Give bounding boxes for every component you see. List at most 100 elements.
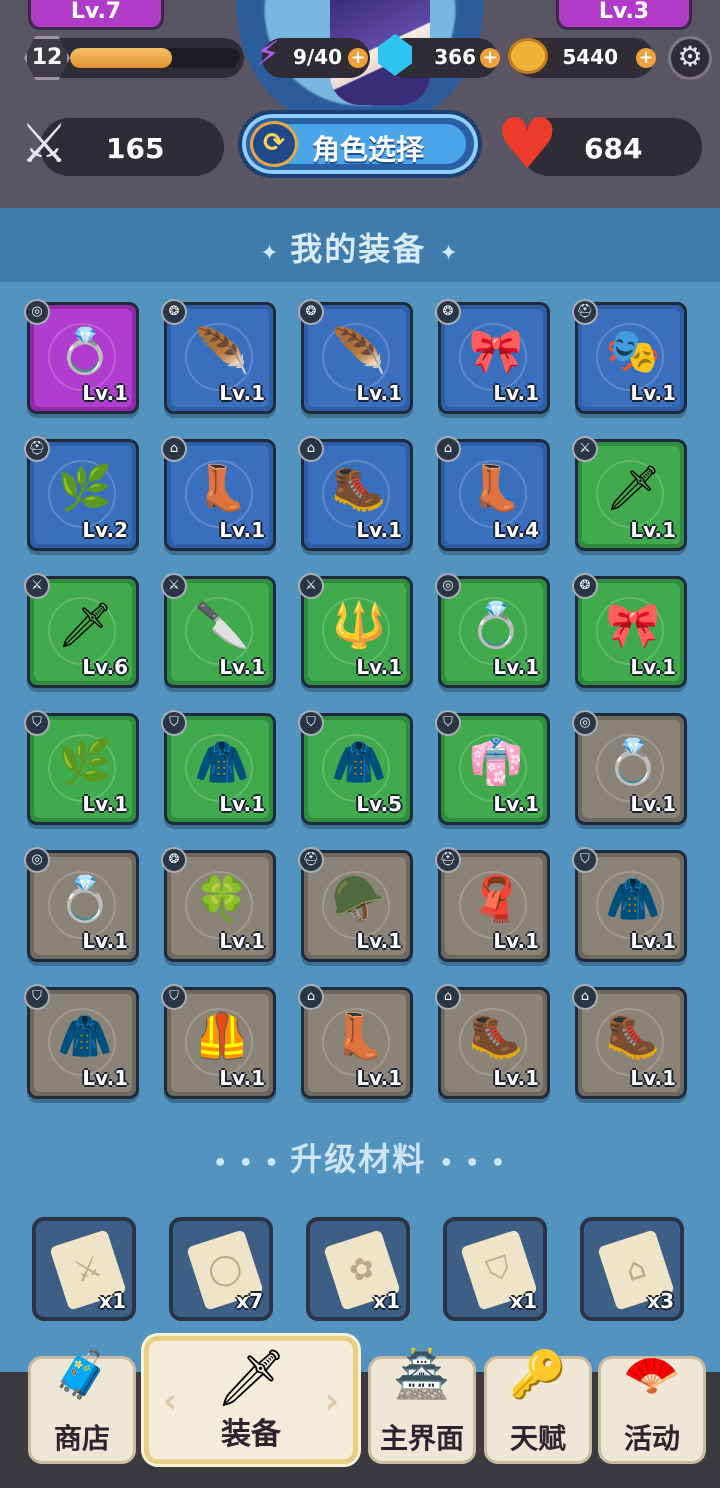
coin-icon xyxy=(508,38,548,74)
equipment-slot-helmet[interactable]: 🎭 ⛑ Lv.1 xyxy=(572,299,687,414)
equipment-slot-helmet[interactable]: 🧣 ⛑ Lv.1 xyxy=(435,847,550,962)
equipment-slot-weapon[interactable]: 🗡 ⚔ Lv.1 xyxy=(572,436,687,551)
equipment-slot-boots[interactable]: 🥾 ⌂ Lv.1 xyxy=(298,436,413,551)
material-quantity: x1 xyxy=(510,1289,537,1313)
armor-item-icon: 🧥 xyxy=(57,1011,113,1062)
equipment-slot-armor[interactable]: 🌿 ⛉ Lv.1 xyxy=(24,710,139,825)
coins-add-button[interactable]: + xyxy=(636,48,656,68)
material-slot[interactable]: ⛉ x1 xyxy=(443,1217,547,1321)
item-level: Lv.6 xyxy=(82,655,128,679)
nav-button-4[interactable]: 🔑 天赋 xyxy=(484,1347,592,1464)
item-level: Lv.1 xyxy=(82,381,128,405)
amulet-type-icon: ❂ xyxy=(161,847,187,873)
xp-progress-fill xyxy=(70,48,172,68)
talent-key-icon: 🔑 xyxy=(509,1347,567,1401)
equipment-slot-armor[interactable]: 🧥 ⛉ Lv.5 xyxy=(298,710,413,825)
boots-type-icon: ⌂ xyxy=(435,436,461,462)
item-level: Lv.1 xyxy=(630,929,676,953)
nav-label: 天赋 xyxy=(509,1422,566,1455)
castle-tower-icon: 🏯 xyxy=(393,1347,451,1401)
equipment-slot-armor[interactable]: 🦺 ⛉ Lv.1 xyxy=(161,984,276,1099)
gems-add-button[interactable]: + xyxy=(480,48,500,68)
equipment-slot-ring[interactable]: 💍 ◎ Lv.1 xyxy=(435,573,550,688)
item-level: Lv.1 xyxy=(82,929,128,953)
equipment-slot-ring[interactable]: 💍 ◎ Lv.1 xyxy=(24,847,139,962)
material-quantity: x7 xyxy=(236,1289,263,1313)
armor-type-icon: ⛉ xyxy=(572,847,598,873)
amulet-type-icon: ❂ xyxy=(298,299,324,325)
item-level: Lv.1 xyxy=(356,1066,402,1090)
item-level: Lv.1 xyxy=(630,518,676,542)
energy-add-button[interactable]: + xyxy=(348,48,368,68)
item-level: Lv.1 xyxy=(219,792,265,816)
equipment-slot-boots[interactable]: 👢 ⌂ Lv.1 xyxy=(161,436,276,551)
right-hero-slot-level[interactable]: Lv.3 xyxy=(556,0,692,30)
nav-button-5[interactable]: 🪭 活动 xyxy=(598,1347,706,1464)
equipment-slot-amulet[interactable]: 🪶 ❂ Lv.1 xyxy=(161,299,276,414)
equipment-slot-ring[interactable]: 💍 ◎ Lv.1 xyxy=(24,299,139,414)
ring-item-icon: 💍 xyxy=(468,600,524,651)
equipment-slot-weapon[interactable]: 🔱 ⚔ Lv.1 xyxy=(298,573,413,688)
equipment-slot-amulet[interactable]: 🎀 ❂ Lv.1 xyxy=(435,299,550,414)
equipment-slot-helmet[interactable]: 🌿 ⛑ Lv.2 xyxy=(24,436,139,551)
nav-button-3[interactable]: 🏯 主界面 xyxy=(368,1347,476,1464)
item-level: Lv.1 xyxy=(493,655,539,679)
boots-type-icon: ⌂ xyxy=(298,984,324,1010)
material-slot[interactable]: ✿ x1 xyxy=(306,1217,410,1321)
item-level: Lv.1 xyxy=(493,792,539,816)
equipment-slot-armor[interactable]: 👘 ⛉ Lv.1 xyxy=(435,710,550,825)
armor-item-icon: 🦺 xyxy=(194,1011,250,1062)
helmet-item-icon: 🎭 xyxy=(605,326,661,377)
armor-type-icon: ⛉ xyxy=(24,710,50,736)
item-level: Lv.1 xyxy=(82,792,128,816)
role-select-button[interactable]: ⟳ 角色选择 xyxy=(238,110,482,178)
boots-type-icon: ⌂ xyxy=(161,436,187,462)
material-slot[interactable]: ⌂ x3 xyxy=(580,1217,684,1321)
equipment-slot-ring[interactable]: 💍 ◎ Lv.1 xyxy=(572,710,687,825)
material-slot[interactable]: ◯ x7 xyxy=(169,1217,273,1321)
item-level: Lv.1 xyxy=(630,655,676,679)
item-level: Lv.1 xyxy=(356,929,402,953)
equipment-slot-boots[interactable]: 👢 ⌂ Lv.1 xyxy=(298,984,413,1099)
boots-type-icon: ⌂ xyxy=(298,436,324,462)
nav-label: 商店 xyxy=(53,1422,110,1455)
weapon-type-icon: ⚔ xyxy=(572,436,598,462)
energy-value: 9/40 xyxy=(292,45,342,69)
equipment-slot-armor[interactable]: 🧥 ⛉ Lv.1 xyxy=(24,984,139,1099)
boots-item-icon: 👢 xyxy=(194,463,250,514)
equipment-slot-boots[interactable]: 🥾 ⌂ Lv.1 xyxy=(572,984,687,1099)
equipment-slot-amulet[interactable]: 🎀 ❂ Lv.1 xyxy=(572,573,687,688)
amulet-type-icon: ❂ xyxy=(435,299,461,325)
item-level: Lv.1 xyxy=(630,381,676,405)
item-level: Lv.1 xyxy=(356,655,402,679)
item-level: Lv.5 xyxy=(356,792,402,816)
equipment-slot-weapon[interactable]: 🗡 ⚔ Lv.6 xyxy=(24,573,139,688)
equipment-slot-helmet[interactable]: 🪖 ⛑ Lv.1 xyxy=(298,847,413,962)
equipment-slot-armor[interactable]: 🧥 ⛉ Lv.1 xyxy=(572,847,687,962)
boots-type-icon: ⌂ xyxy=(435,984,461,1010)
equipment-slot-amulet[interactable]: 🍀 ❂ Lv.1 xyxy=(161,847,276,962)
equipment-header: ✦ 我的装备 ✦ xyxy=(0,208,720,282)
equipment-slot-amulet[interactable]: 🪶 ❂ Lv.1 xyxy=(298,299,413,414)
crossed-swords-icon: ⚔ xyxy=(20,112,69,175)
item-level: Lv.1 xyxy=(356,381,402,405)
ring-type-icon: ◎ xyxy=(24,299,50,325)
settings-gear-icon[interactable]: ⚙ xyxy=(668,36,712,80)
armor-type-icon: ⛉ xyxy=(161,710,187,736)
item-level: Lv.1 xyxy=(82,1066,128,1090)
right-ornament-icon: ✦ xyxy=(439,241,460,266)
equipment-slot-armor[interactable]: 🧥 ⛉ Lv.1 xyxy=(161,710,276,825)
equipment-slot-boots[interactable]: 🥾 ⌂ Lv.1 xyxy=(435,984,550,1099)
materials-title: 升级材料 xyxy=(290,1140,427,1178)
equipment-slot-weapon[interactable]: 🔪 ⚔ Lv.1 xyxy=(161,573,276,688)
left-hero-slot-level[interactable]: Lv.7 xyxy=(28,0,164,30)
nav-button-2[interactable]: 🗡 ‹ › 装备 xyxy=(144,1336,358,1464)
nav-button-1[interactable]: 🧳 商店 xyxy=(28,1347,136,1464)
treasure-chest-icon: 🧳 xyxy=(53,1347,111,1401)
equipment-slot-boots[interactable]: 👢 ⌂ Lv.4 xyxy=(435,436,550,551)
left-ornament-icon: ✦ xyxy=(260,241,291,266)
armor-type-icon: ⛉ xyxy=(161,984,187,1010)
material-slot[interactable]: ⚔ x1 xyxy=(32,1217,136,1321)
item-level: Lv.1 xyxy=(219,381,265,405)
right-dots-icon: • • • xyxy=(439,1151,507,1176)
